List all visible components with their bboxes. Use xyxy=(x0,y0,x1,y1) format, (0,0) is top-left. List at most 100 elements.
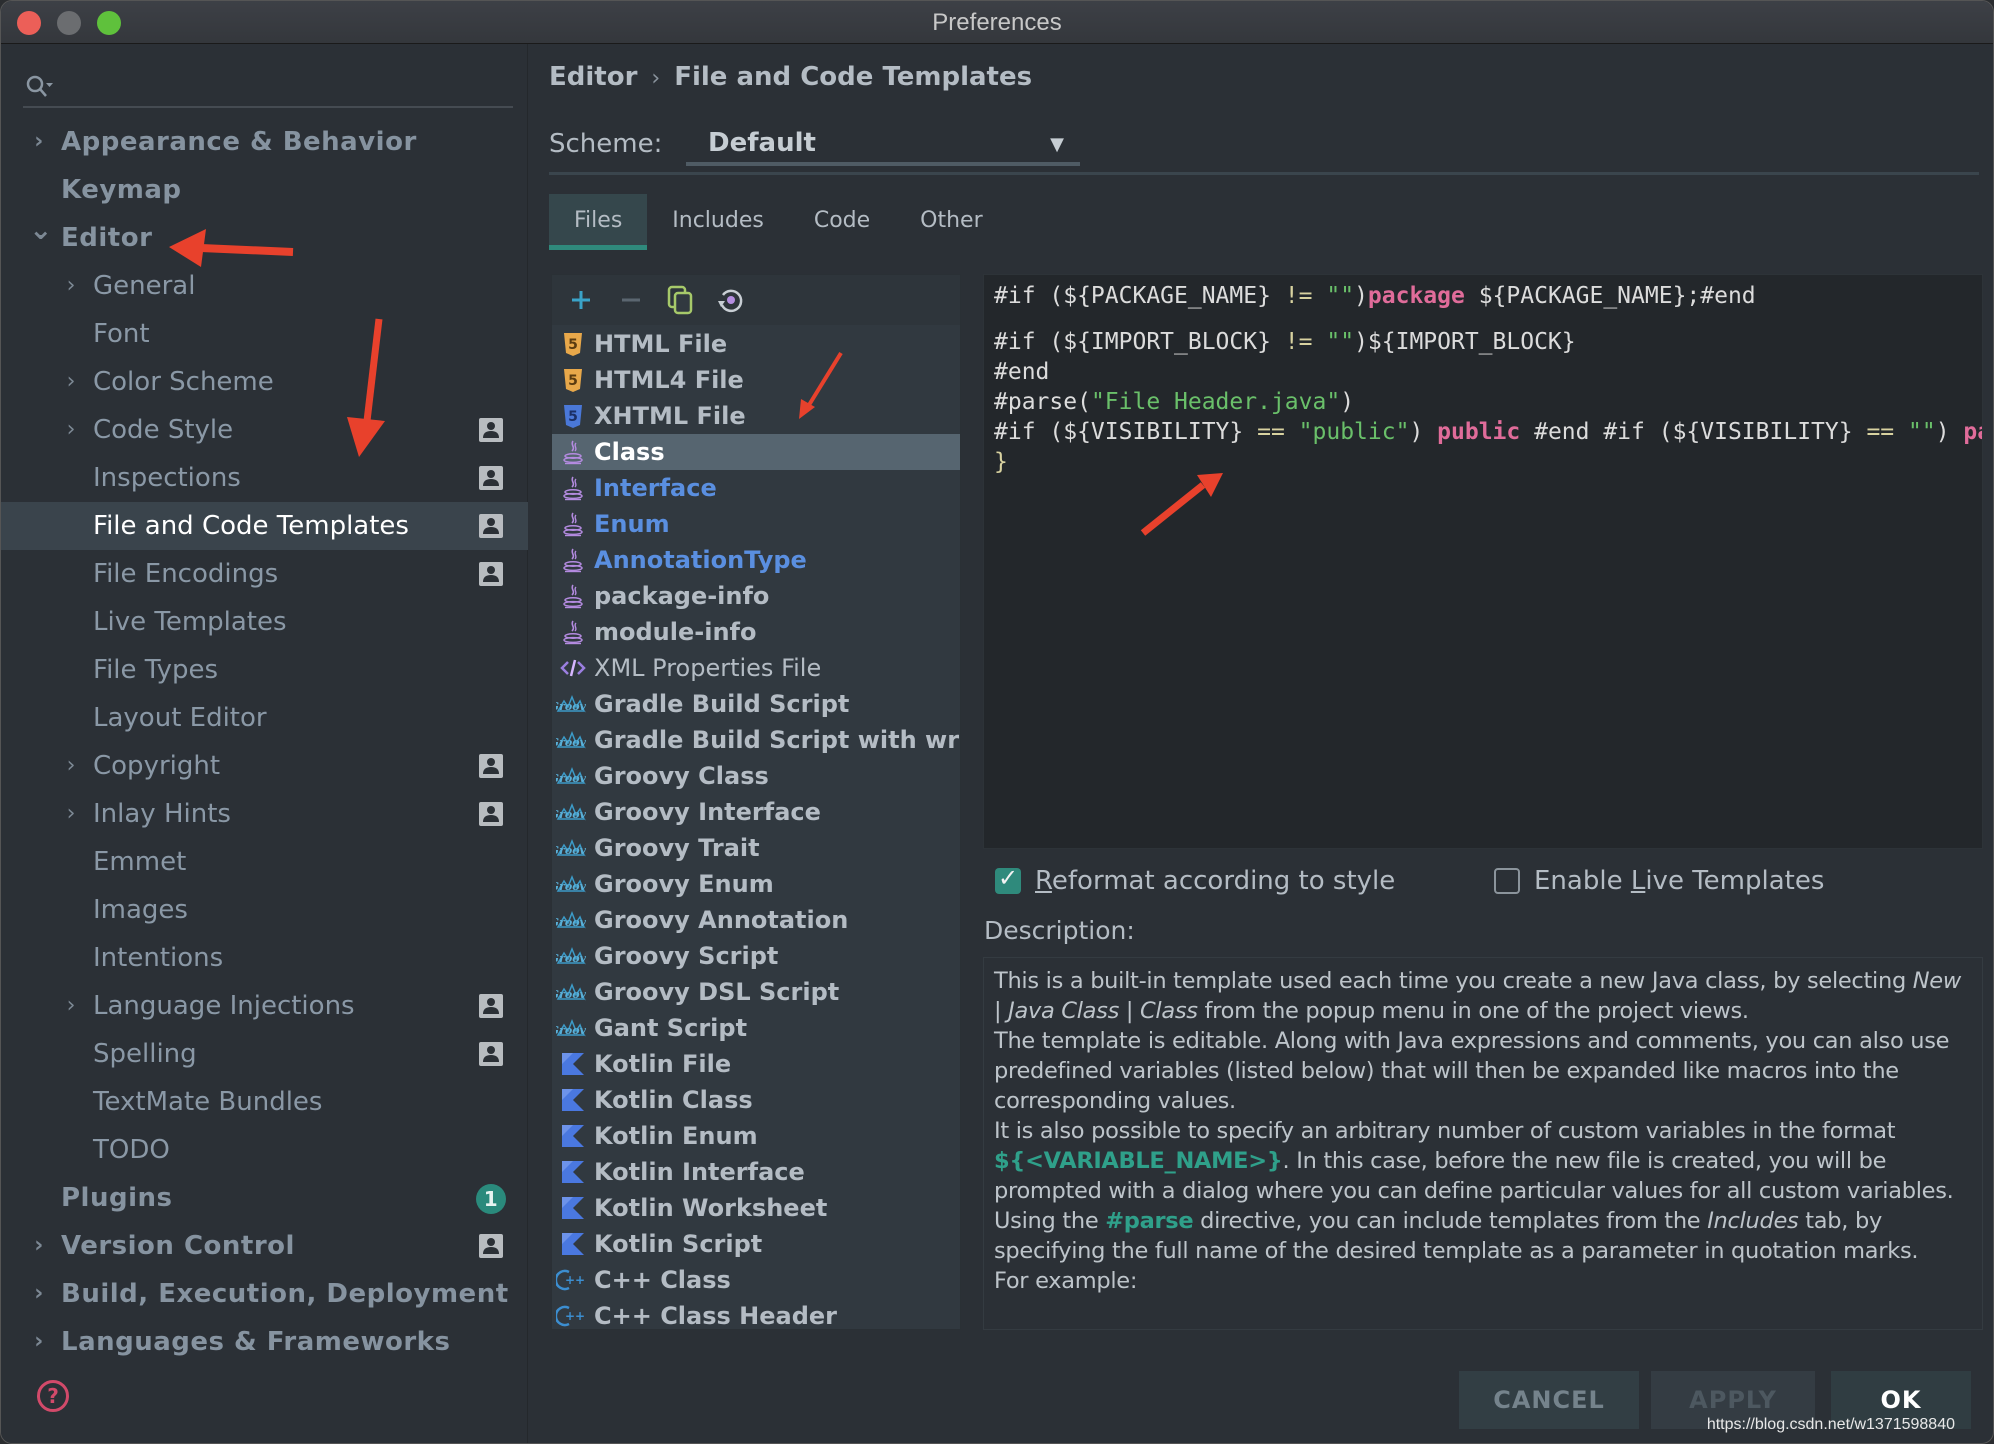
template-list-item[interactable]: Kotlin Enum xyxy=(552,1118,960,1154)
template-list-item[interactable]: Groovy Groovy Class xyxy=(552,758,960,794)
scheme-dropdown[interactable]: Default ▼ xyxy=(686,122,1080,166)
sidebar-item-file-encodings[interactable]: File Encodings xyxy=(1,550,528,598)
groovy-icon: Groovy xyxy=(552,979,594,1005)
kotlin-icon xyxy=(560,1195,586,1221)
template-code[interactable]: #if (${PACKAGE_NAME} != "")package ${PAC… xyxy=(994,281,1982,477)
template-list-item[interactable]: Groovy Groovy Trait xyxy=(552,830,960,866)
sidebar-item-version-control[interactable]: › Version Control xyxy=(1,1222,528,1270)
chevron-right-icon[interactable]: › xyxy=(61,982,81,1030)
template-list-item[interactable]: Groovy Groovy DSL Script xyxy=(552,974,960,1010)
tab-other[interactable]: Other xyxy=(895,194,1007,250)
enable-live-templates-checkbox[interactable]: Enable Live Templates xyxy=(1494,859,1824,903)
template-list-item[interactable]: 5 HTML4 File xyxy=(552,362,960,398)
template-list-item[interactable]: Interface xyxy=(552,470,960,506)
settings-search-input[interactable] xyxy=(23,64,513,108)
chevron-right-icon[interactable]: › xyxy=(29,1222,49,1270)
sidebar-item-spelling[interactable]: Spelling xyxy=(1,1030,528,1078)
sidebar-item-intentions[interactable]: Intentions xyxy=(1,934,528,982)
sidebar-item-plugins[interactable]: Plugins 1 xyxy=(1,1174,528,1222)
help-icon[interactable]: ? xyxy=(37,1380,69,1412)
reset-template-button[interactable] xyxy=(714,283,748,317)
sidebar-item-copyright[interactable]: › Copyright xyxy=(1,742,528,790)
sidebar-item-emmet[interactable]: Emmet xyxy=(1,838,528,886)
template-list-item[interactable]: Kotlin Script xyxy=(552,1226,960,1262)
cancel-button[interactable]: CANCEL xyxy=(1459,1371,1639,1429)
template-list-item[interactable]: Kotlin File xyxy=(552,1046,960,1082)
copy-template-button[interactable] xyxy=(664,283,698,317)
template-list-item[interactable]: Groovy Groovy Annotation xyxy=(552,902,960,938)
sidebar-item-inlay-hints[interactable]: › Inlay Hints xyxy=(1,790,528,838)
template-list-item[interactable]: Kotlin Class xyxy=(552,1082,960,1118)
description-segment: The template is editable. Along with Jav… xyxy=(994,1028,1950,1114)
chevron-right-icon[interactable]: › xyxy=(61,358,81,406)
chevron-right-icon[interactable]: › xyxy=(61,790,81,838)
template-list-item[interactable]: module-info xyxy=(552,614,960,650)
sidebar-item-code-style[interactable]: › Code Style xyxy=(1,406,528,454)
sidebar-item-keymap[interactable]: Keymap xyxy=(1,166,528,214)
chevron-right-icon[interactable]: › xyxy=(29,1270,49,1318)
chevron-right-icon[interactable]: › xyxy=(61,742,81,790)
sidebar-item-inspections[interactable]: Inspections xyxy=(1,454,528,502)
svg-text:Groovy: Groovy xyxy=(556,808,586,821)
sidebar-item-todo[interactable]: TODO xyxy=(1,1126,528,1174)
template-list-item[interactable]: Groovy Gradle Build Script xyxy=(552,686,960,722)
tab-files[interactable]: Files xyxy=(549,194,648,250)
sidebar-item-file-types[interactable]: File Types xyxy=(1,646,528,694)
template-list-item[interactable]: Kotlin Interface xyxy=(552,1154,960,1190)
sidebar-item-file-and-code-templates[interactable]: File and Code Templates xyxy=(1,502,528,550)
template-list-panel: 5 HTML File 5 HTML4 File 5 XHTML File Class Int… xyxy=(551,274,961,1330)
template-list-item[interactable]: package-info xyxy=(552,578,960,614)
code-token: #if (${VISIBILITY} xyxy=(994,419,1258,445)
svg-text:Groovy: Groovy xyxy=(556,952,586,965)
template-list-item[interactable]: XML Properties File xyxy=(552,650,960,686)
sidebar-item-layout-editor[interactable]: Layout Editor xyxy=(1,694,528,742)
java-icon xyxy=(560,475,586,501)
remove-template-button[interactable] xyxy=(614,283,648,317)
sidebar-item-images[interactable]: Images xyxy=(1,886,528,934)
chevron-right-icon[interactable]: › xyxy=(29,118,49,166)
template-list-item[interactable]: AnnotationType xyxy=(552,542,960,578)
chevron-right-icon[interactable]: › xyxy=(61,406,81,454)
sidebar-item-editor[interactable]: ⌄ Editor xyxy=(1,213,528,262)
template-list-item[interactable]: Kotlin Worksheet xyxy=(552,1190,960,1226)
sidebar-item-appearance-behavior[interactable]: › Appearance & Behavior xyxy=(1,118,528,166)
add-template-button[interactable] xyxy=(564,283,598,317)
tab-includes[interactable]: Includes xyxy=(647,194,789,250)
sidebar-item-language-injections[interactable]: › Language Injections xyxy=(1,982,528,1030)
xml-icon xyxy=(560,655,586,681)
chevron-down-icon[interactable]: ⌄ xyxy=(29,206,52,254)
template-list-item[interactable]: Groovy Groovy Interface xyxy=(552,794,960,830)
template-list-item[interactable]: Groovy Gradle Build Script with wrapper xyxy=(552,722,960,758)
code-string: "" xyxy=(1908,419,1936,445)
template-list-item[interactable]: Enum xyxy=(552,506,960,542)
sidebar-item-font[interactable]: Font xyxy=(1,310,528,358)
template-list-item[interactable]: Class xyxy=(552,434,960,470)
chevron-right-icon[interactable]: › xyxy=(61,262,81,310)
template-name: Gradle Build Script xyxy=(594,690,850,718)
template-list-item[interactable]: 5 XHTML File xyxy=(552,398,960,434)
template-list-item[interactable]: ++ C++ Class xyxy=(552,1262,960,1298)
template-list-item[interactable]: 5 HTML File xyxy=(552,326,960,362)
code-keyword: package xyxy=(1367,283,1465,309)
live-templates-checkbox-box[interactable] xyxy=(1494,868,1520,894)
reset-icon xyxy=(718,289,743,313)
sidebar-item-color-scheme[interactable]: › Color Scheme xyxy=(1,358,528,406)
sidebar-item-languages-frameworks[interactable]: › Languages & Frameworks xyxy=(1,1318,528,1366)
reformat-checkbox-box[interactable] xyxy=(995,864,1021,894)
template-list-item[interactable]: Groovy Groovy Script xyxy=(552,938,960,974)
description-segment: This is a built-in template used each ti… xyxy=(994,968,1913,994)
sidebar-item-label: Appearance & Behavior xyxy=(61,127,417,157)
template-code-editor[interactable]: #if (${PACKAGE_NAME} != "")package ${PAC… xyxy=(983,274,1983,849)
template-list-item[interactable]: ++ C++ Class Header xyxy=(552,1298,960,1329)
template-list-item[interactable]: Groovy Groovy Enum xyxy=(552,866,960,902)
sidebar-item-live-templates[interactable]: Live Templates xyxy=(1,598,528,646)
sidebar-item-build-execution-deployment[interactable]: › Build, Execution, Deployment xyxy=(1,1270,528,1318)
breadcrumb-item-editor[interactable]: Editor xyxy=(549,62,637,92)
sidebar-item-textmate-bundles[interactable]: TextMate Bundles xyxy=(1,1078,528,1126)
chevron-right-icon[interactable]: › xyxy=(29,1318,49,1366)
sidebar-item-label: Color Scheme xyxy=(93,367,274,397)
template-list-item[interactable]: Groovy Gant Script xyxy=(552,1010,960,1046)
tab-code[interactable]: Code xyxy=(789,194,895,250)
reformat-checkbox[interactable]: Reformat according to style xyxy=(995,859,1395,903)
sidebar-item-general[interactable]: › General xyxy=(1,262,528,310)
